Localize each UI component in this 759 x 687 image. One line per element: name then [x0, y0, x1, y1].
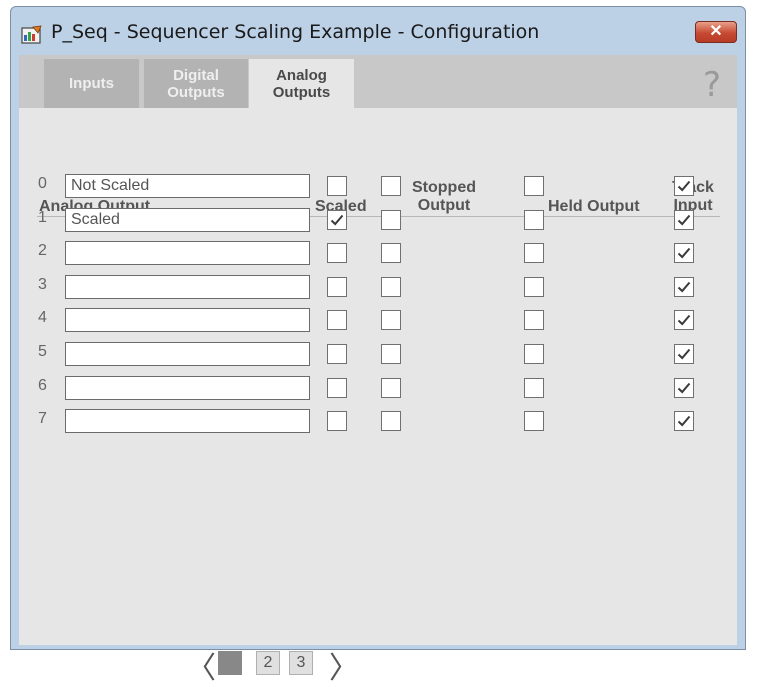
analog-output-name-input[interactable]: Scaled: [65, 208, 310, 232]
analog-output-name-input[interactable]: [65, 409, 310, 433]
analog-output-name-input[interactable]: [65, 241, 310, 265]
page-button-2[interactable]: 2: [256, 651, 280, 675]
track-input-checkbox[interactable]: [674, 243, 694, 263]
checkmark-icon: [677, 314, 691, 326]
checkmark-icon: [677, 247, 691, 259]
held-output-checkbox[interactable]: [524, 210, 544, 230]
track-input-checkbox[interactable]: [674, 344, 694, 364]
held-output-checkbox[interactable]: [524, 277, 544, 297]
scaled-checkbox[interactable]: [327, 310, 347, 330]
track-input-checkbox[interactable]: [674, 277, 694, 297]
scaled-checkbox[interactable]: [327, 411, 347, 431]
held-output-checkbox[interactable]: [524, 344, 544, 364]
row-number: 7: [38, 410, 47, 427]
row-number: 0: [38, 175, 47, 192]
row-number: 2: [38, 242, 47, 259]
stopped-output-checkbox[interactable]: [381, 210, 401, 230]
track-input-checkbox[interactable]: [674, 176, 694, 196]
scaled-checkbox[interactable]: [327, 243, 347, 263]
row-number: 6: [38, 377, 47, 394]
close-button[interactable]: ✕: [695, 21, 737, 43]
analog-output-name-input[interactable]: [65, 308, 310, 332]
header-stopped-output: Stopped Output: [412, 179, 476, 214]
scaled-checkbox[interactable]: [327, 210, 347, 230]
tab-digital-outputs[interactable]: Digital Outputs: [144, 59, 248, 108]
tab-strip: Inputs Digital Outputs Analog Outputs ?: [19, 55, 737, 108]
client-area: Inputs Digital Outputs Analog Outputs ? An…: [19, 55, 737, 686]
window-title: P_Seq - Sequencer Scaling Example - Conf…: [51, 21, 540, 43]
track-input-checkbox[interactable]: [674, 378, 694, 398]
stopped-output-checkbox[interactable]: [381, 344, 401, 364]
held-output-checkbox[interactable]: [524, 411, 544, 431]
row-number: 3: [38, 276, 47, 293]
next-page-button[interactable]: 〉: [329, 643, 359, 687]
checkmark-icon: [677, 214, 691, 226]
scaled-checkbox[interactable]: [327, 176, 347, 196]
track-input-checkbox[interactable]: [674, 310, 694, 330]
tab-analog-outputs[interactable]: Analog Outputs: [249, 59, 354, 108]
held-output-checkbox[interactable]: [524, 378, 544, 398]
stopped-output-checkbox[interactable]: [381, 277, 401, 297]
held-output-checkbox[interactable]: [524, 310, 544, 330]
stopped-output-checkbox[interactable]: [381, 411, 401, 431]
page-button-1[interactable]: 1: [218, 651, 242, 675]
row-number: 5: [38, 343, 47, 360]
stopped-output-checkbox[interactable]: [381, 243, 401, 263]
scaled-checkbox[interactable]: [327, 277, 347, 297]
stopped-output-checkbox[interactable]: [381, 176, 401, 196]
config-window: P_Seq - Sequencer Scaling Example - Conf…: [10, 6, 746, 686]
stopped-output-checkbox[interactable]: [381, 378, 401, 398]
checkmark-icon: [677, 281, 691, 293]
analog-output-name-input[interactable]: [65, 342, 310, 366]
stopped-output-checkbox[interactable]: [381, 310, 401, 330]
row-number: 4: [38, 309, 47, 326]
scaled-checkbox[interactable]: [327, 344, 347, 364]
header-held-output: Held Output: [548, 198, 640, 215]
checkmark-icon: [677, 180, 691, 192]
checkmark-icon: [677, 348, 691, 360]
checkmark-icon: [330, 214, 344, 226]
tab-inputs[interactable]: Inputs: [44, 59, 139, 108]
held-output-checkbox[interactable]: [524, 176, 544, 196]
track-input-checkbox[interactable]: [674, 210, 694, 230]
app-icon: [21, 25, 43, 45]
title-bar[interactable]: P_Seq - Sequencer Scaling Example - Conf…: [11, 7, 745, 53]
help-icon[interactable]: ?: [703, 65, 721, 105]
checkmark-icon: [677, 382, 691, 394]
track-input-checkbox[interactable]: [674, 411, 694, 431]
checkmark-icon: [677, 415, 691, 427]
scaled-checkbox[interactable]: [327, 378, 347, 398]
analog-output-name-input[interactable]: Not Scaled: [65, 174, 310, 198]
held-output-checkbox[interactable]: [524, 243, 544, 263]
prev-page-button[interactable]: 〈: [186, 643, 216, 687]
page-button-3[interactable]: 3: [289, 651, 313, 675]
analog-output-name-input[interactable]: [65, 376, 310, 400]
row-number: 1: [38, 209, 47, 226]
analog-output-name-input[interactable]: [65, 275, 310, 299]
